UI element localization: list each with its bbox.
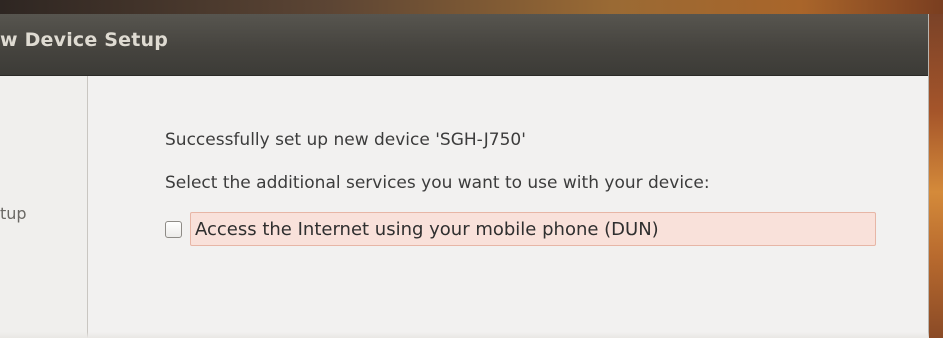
desktop-background-top xyxy=(0,0,943,14)
window-title: w Device Setup xyxy=(0,29,169,51)
service-option-dun[interactable]: Access the Internet using your mobile ph… xyxy=(165,212,876,246)
device-setup-window: w Device Setup tup Successfully set up n… xyxy=(0,14,929,338)
window-titlebar[interactable]: w Device Setup xyxy=(0,14,928,76)
dun-option-label[interactable]: Access the Internet using your mobile ph… xyxy=(195,219,659,240)
window-bottom-edge xyxy=(0,332,929,338)
dun-option-focus-box[interactable]: Access the Internet using your mobile ph… xyxy=(190,212,876,246)
setup-status-text: Successfully set up new device 'SGH-J750… xyxy=(165,130,526,150)
wizard-sidebar: tup xyxy=(0,76,88,338)
desktop-background-right xyxy=(927,14,943,338)
sidebar-item-setup: tup xyxy=(0,204,27,223)
wizard-content: Successfully set up new device 'SGH-J750… xyxy=(89,76,928,338)
services-instruction-text: Select the additional services you want … xyxy=(165,173,710,193)
dun-checkbox[interactable] xyxy=(165,221,182,238)
